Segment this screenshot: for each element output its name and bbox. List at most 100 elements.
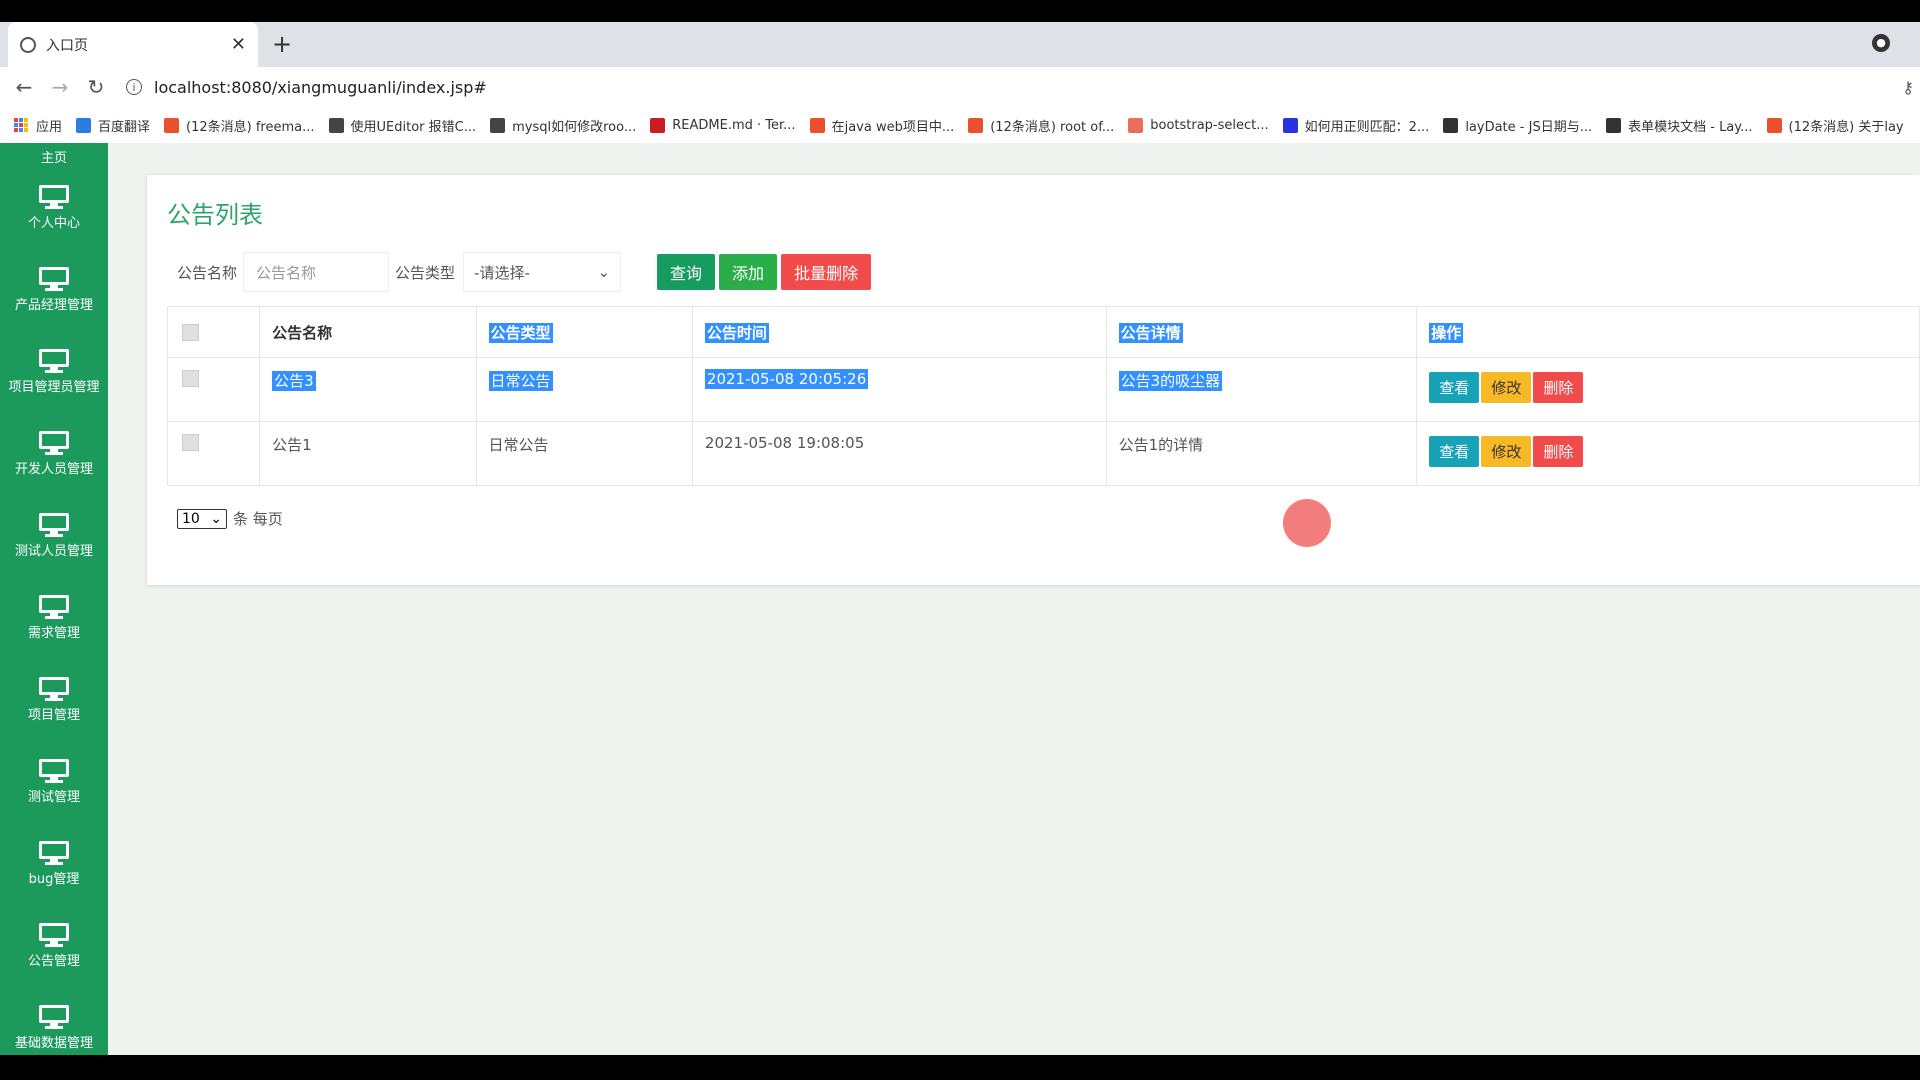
bookmark-label: bootstrap-select... xyxy=(1150,117,1269,133)
bookmark-item[interactable]: layDate - JS日期与... xyxy=(1443,116,1592,135)
github-icon xyxy=(328,117,344,133)
back-icon[interactable]: ← xyxy=(12,75,36,99)
sidebar-item-label: bug管理 xyxy=(28,871,80,887)
delete-button[interactable]: 删除 xyxy=(1533,372,1584,403)
table-row: 公告1 日常公告 2021-05-08 19:08:05 公告1的详情 查看 修改 删除 xyxy=(166,421,1920,486)
batch-delete-button[interactable]: 批量删除 xyxy=(781,254,872,290)
bookmark-item[interactable]: mysql如何修改roo... xyxy=(490,116,636,135)
globe-icon xyxy=(20,36,36,53)
detail-cell: 公告1的详情 xyxy=(1105,421,1418,486)
type-select[interactable]: -请选择- ⌄ xyxy=(463,252,622,292)
bookmark-label: (12条消息) 关于lay xyxy=(1788,119,1904,135)
monitor-icon xyxy=(39,1004,69,1029)
translate-icon xyxy=(76,117,92,133)
monitor-icon xyxy=(39,348,69,373)
name-search-placeholder: 公告名称 xyxy=(256,263,317,282)
sidebar-item[interactable]: 公告管理 xyxy=(0,905,108,987)
bookmark-label: 表单模块文档 - Lay... xyxy=(1628,119,1753,135)
view-button[interactable]: 查看 xyxy=(1429,372,1480,403)
bookmark-label: (12条消息) freema... xyxy=(186,119,315,135)
bookmark-item[interactable]: 在java web项目中... xyxy=(809,116,954,135)
browser-tab[interactable]: 入口页 ✕ xyxy=(8,22,258,67)
click-highlight xyxy=(1283,499,1331,547)
table-header-row: 公告名称 公告类型 公告时间 公告详情 操作 xyxy=(166,306,1920,358)
col-time: 公告时间 xyxy=(691,306,1107,358)
notice-list-panel: 公告列表 公告名称 公告名称 公告类型 -请选择- ⌄ 查询 添加 批量删除 公… xyxy=(147,175,1920,585)
view-button[interactable]: 查看 xyxy=(1429,436,1480,467)
chevron-down-icon: ⌄ xyxy=(210,510,222,527)
add-button[interactable]: 添加 xyxy=(719,254,778,290)
select-all-checkbox[interactable] xyxy=(182,323,199,341)
sidebar-item-label: 公告管理 xyxy=(27,953,80,969)
key-icon[interactable]: ⚷ xyxy=(1902,78,1914,97)
reload-icon[interactable]: ↻ xyxy=(84,75,108,99)
sidebar-item[interactable]: 需求管理 xyxy=(0,577,108,659)
search-bar: 公告名称 公告名称 公告类型 -请选择- ⌄ 查询 添加 批量删除 xyxy=(177,251,875,293)
sidebar-item-label: 个人中心 xyxy=(27,215,80,231)
delete-button[interactable]: 删除 xyxy=(1533,436,1584,467)
sidebar-item[interactable]: bug管理 xyxy=(0,823,108,905)
bookmark-item[interactable]: (12条消息) freema... xyxy=(164,116,315,135)
col-name: 公告名称 xyxy=(259,306,477,358)
bookmark-item[interactable]: 表单模块文档 - Lay... xyxy=(1606,116,1753,135)
csdn-icon xyxy=(809,117,825,133)
bookmark-item[interactable]: README.md · Ter... xyxy=(650,117,796,133)
tab-title: 入口页 xyxy=(46,37,88,54)
screen: 入口页 ✕ + ● ← → ↻ i localhost:8080/xiangmu… xyxy=(0,0,1920,1080)
sidebar-item[interactable]: 产品经理管理 xyxy=(0,249,108,331)
bookmark-item[interactable]: bootstrap-select... xyxy=(1128,117,1269,133)
row-select-cell xyxy=(166,357,261,422)
url-field[interactable]: i localhost:8080/xiangmuguanli/index.jsp… xyxy=(126,71,1902,103)
query-button[interactable]: 查询 xyxy=(657,254,716,290)
monitor-icon xyxy=(39,266,69,291)
detail-cell: 公告3的吸尘器 xyxy=(1105,357,1418,422)
page-title: 公告列表 xyxy=(167,201,263,229)
sidebar-item-label: 测试管理 xyxy=(27,789,80,805)
bookmark-item[interactable]: (12条消息) root of... xyxy=(968,116,1114,135)
sidebar-item-home[interactable]: 主页 xyxy=(0,143,108,167)
bookmark-item[interactable]: (12条消息) 关于lay xyxy=(1766,116,1904,135)
edit-button[interactable]: 修改 xyxy=(1481,436,1532,467)
sidebar-item[interactable]: 个人中心 xyxy=(0,167,108,249)
sidebar-item[interactable]: 基础数据管理 xyxy=(0,987,108,1055)
monitor-icon xyxy=(39,184,69,209)
close-tab-icon[interactable]: ✕ xyxy=(231,34,246,55)
sidebar-item[interactable]: 项目管理 xyxy=(0,659,108,741)
monitor-icon xyxy=(39,922,69,947)
apps-grid-icon xyxy=(14,118,28,132)
bookmark-item[interactable]: 如何用正则匹配：2... xyxy=(1282,116,1429,135)
col-actions: 操作 xyxy=(1416,306,1920,358)
forward-icon[interactable]: → xyxy=(48,75,72,99)
name-search-input[interactable]: 公告名称 xyxy=(243,252,390,292)
bookmark-label: 应用 xyxy=(36,119,63,135)
layui-icon xyxy=(1443,117,1459,133)
bookmark-item[interactable]: 使用UEditor 报错C... xyxy=(328,116,476,135)
new-tab-icon[interactable]: + xyxy=(272,30,292,58)
row-checkbox[interactable] xyxy=(182,370,199,387)
sidebar-item-label: 产品经理管理 xyxy=(14,297,93,313)
sidebar-item-label: 开发人员管理 xyxy=(14,461,93,477)
url-text: localhost:8080/xiangmuguanli/index.jsp# xyxy=(154,77,487,97)
time-cell: 2021-05-08 20:05:26 xyxy=(691,357,1107,422)
bookmark-label: 百度翻译 xyxy=(98,119,151,135)
row-checkbox[interactable] xyxy=(182,434,199,451)
sidebar-item[interactable]: 测试人员管理 xyxy=(0,495,108,577)
address-bar: ← → ↻ i localhost:8080/xiangmuguanli/ind… xyxy=(0,67,1920,107)
profile-icon[interactable]: ● xyxy=(1872,34,1890,52)
chevron-down-icon: ⌄ xyxy=(597,263,611,281)
col-type: 公告类型 xyxy=(475,306,693,358)
sidebar-item[interactable]: 项目管理员管理 xyxy=(0,331,108,413)
edit-button[interactable]: 修改 xyxy=(1481,372,1532,403)
pager: 10 ⌄ 条 每页 xyxy=(177,508,283,529)
sidebar-item[interactable]: 测试管理 xyxy=(0,741,108,823)
site-info-icon[interactable]: i xyxy=(126,79,142,95)
app-body: 主页 个人中心产品经理管理项目管理员管理开发人员管理测试人员管理 需求管理 项目管理… xyxy=(0,143,1920,1055)
baidu-icon xyxy=(1282,117,1298,133)
bookmark-item[interactable]: 应用 xyxy=(14,116,62,135)
sidebar-item[interactable]: 开发人员管理 xyxy=(0,413,108,495)
bookmark-item[interactable]: 百度翻译 xyxy=(76,116,150,135)
page-size-select[interactable]: 10 ⌄ xyxy=(177,508,227,529)
csdn-icon xyxy=(164,117,180,133)
bookmark-label: mysql如何修改roo... xyxy=(512,119,637,135)
actions-cell: 查看 修改 删除 xyxy=(1416,421,1920,486)
